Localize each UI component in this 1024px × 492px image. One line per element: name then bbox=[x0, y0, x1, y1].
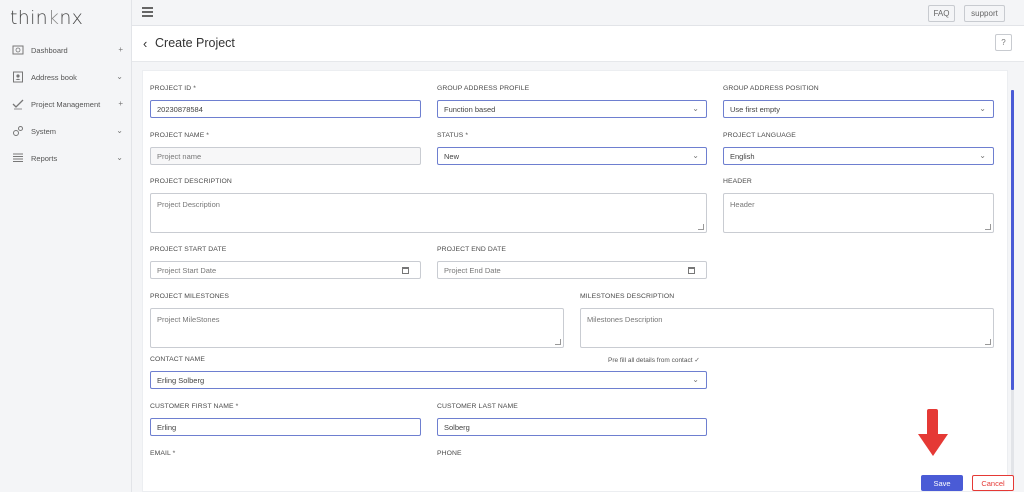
sidebar-item-project-management[interactable]: Project Management + bbox=[0, 93, 132, 115]
project-language-label: PROJECT LANGUAGE bbox=[723, 132, 796, 139]
customer-first-name-input[interactable]: Erling bbox=[150, 418, 421, 436]
resize-handle-icon[interactable] bbox=[555, 339, 561, 345]
dashboard-icon bbox=[12, 45, 24, 55]
sidebar-item-label: Reports bbox=[31, 154, 58, 163]
chevron-down-icon: ⌄ bbox=[116, 153, 123, 162]
expand-plus-icon: + bbox=[118, 45, 123, 54]
cancel-button[interactable]: Cancel bbox=[972, 475, 1014, 491]
red-arrow-annotation-icon bbox=[918, 409, 948, 456]
sidebar-item-label: Address book bbox=[31, 73, 77, 82]
sidebar-item-label: Project Management bbox=[31, 100, 101, 109]
customer-last-name-input[interactable]: Solberg bbox=[437, 418, 707, 436]
page-title: Create Project bbox=[155, 36, 235, 50]
project-end-date-label: PROJECT END DATE bbox=[437, 246, 506, 253]
customer-last-name-label: CUSTOMER LAST NAME bbox=[437, 403, 518, 410]
support-button[interactable]: support bbox=[964, 5, 1005, 22]
project-description-label: PROJECT DESCRIPTION bbox=[150, 178, 232, 185]
back-icon[interactable]: ‹ bbox=[143, 36, 147, 51]
project-milestones-textarea[interactable]: Project MileStones bbox=[150, 308, 564, 348]
milestones-description-label: MILESTONES DESCRIPTION bbox=[580, 293, 675, 300]
project-start-date-input[interactable]: Project Start Date bbox=[150, 261, 421, 279]
sidebar-item-system[interactable]: System ⌄ bbox=[0, 120, 132, 142]
project-id-label: PROJECT ID * bbox=[150, 85, 197, 92]
status-label: STATUS * bbox=[437, 132, 469, 139]
thinknx-logo[interactable]: thinknx bbox=[10, 7, 83, 29]
address-book-icon bbox=[13, 71, 23, 83]
header-label: HEADER bbox=[723, 178, 752, 185]
create-project-form: PROJECT ID * 20230878584 GROUP ADDRESS P… bbox=[142, 70, 1014, 492]
customer-first-name-label: CUSTOMER FIRST NAME * bbox=[150, 403, 239, 410]
system-icon bbox=[13, 126, 23, 136]
resize-handle-icon[interactable] bbox=[698, 224, 704, 230]
chevron-down-icon: ⌄ bbox=[979, 104, 986, 113]
project-management-icon bbox=[12, 99, 24, 110]
page-header: ‹ Create Project ? bbox=[132, 26, 1024, 62]
expand-plus-icon: + bbox=[118, 99, 123, 108]
project-name-input[interactable]: Project name bbox=[150, 147, 421, 165]
sidebar-item-address-book[interactable]: Address book ⌄ bbox=[0, 66, 132, 88]
help-button[interactable]: ? bbox=[995, 34, 1012, 51]
scrollbar-thumb[interactable] bbox=[1011, 90, 1014, 390]
sidebar-item-dashboard[interactable]: Dashboard + bbox=[0, 39, 132, 61]
faq-button[interactable]: FAQ bbox=[928, 5, 955, 22]
calendar-icon[interactable] bbox=[688, 267, 695, 274]
chevron-down-icon: ⌄ bbox=[116, 72, 123, 81]
sidebar: thinknx Dashboard + Address book ⌄ Proje… bbox=[0, 0, 132, 492]
group-address-position-select[interactable]: Use first empty ⌄ bbox=[723, 100, 994, 118]
sidebar-item-reports[interactable]: Reports ⌄ bbox=[0, 147, 132, 169]
phone-label: PHONE bbox=[437, 450, 462, 457]
email-label: EMAIL * bbox=[150, 450, 176, 457]
milestones-description-textarea[interactable]: Milestones Description bbox=[580, 308, 994, 348]
project-id-input[interactable]: 20230878584 bbox=[150, 100, 421, 118]
project-start-date-label: PROJECT START DATE bbox=[150, 246, 227, 253]
chevron-down-icon: ⌄ bbox=[116, 126, 123, 135]
menu-icon[interactable] bbox=[142, 7, 153, 17]
group-address-profile-select[interactable]: Function based ⌄ bbox=[437, 100, 707, 118]
group-address-profile-label: GROUP ADDRESS PROFILE bbox=[437, 85, 530, 92]
calendar-icon[interactable] bbox=[402, 267, 409, 274]
save-button[interactable]: Save bbox=[921, 475, 963, 491]
contact-name-select[interactable]: Erling Solberg ⌄ bbox=[150, 371, 707, 389]
sidebar-item-label: System bbox=[31, 127, 57, 136]
project-end-date-input[interactable]: Project End Date bbox=[437, 261, 707, 279]
header-textarea[interactable]: Header bbox=[723, 193, 994, 233]
project-milestones-label: PROJECT MILESTONES bbox=[150, 293, 229, 300]
group-address-position-label: GROUP ADDRESS POSITION bbox=[723, 85, 819, 92]
prefill-from-contact-link[interactable]: Pre fill all details from contact ✓ bbox=[608, 356, 700, 364]
resize-handle-icon[interactable] bbox=[985, 224, 991, 230]
chevron-down-icon: ⌄ bbox=[692, 104, 699, 113]
contact-name-label: CONTACT NAME bbox=[150, 356, 205, 363]
project-name-label: PROJECT NAME * bbox=[150, 132, 210, 139]
project-language-select[interactable]: English ⌄ bbox=[723, 147, 994, 165]
main-content: PROJECT ID * 20230878584 GROUP ADDRESS P… bbox=[132, 62, 1024, 492]
status-select[interactable]: New ⌄ bbox=[437, 147, 707, 165]
resize-handle-icon[interactable] bbox=[985, 339, 991, 345]
sidebar-item-label: Dashboard bbox=[31, 46, 68, 55]
chevron-down-icon: ⌄ bbox=[692, 375, 699, 384]
project-description-textarea[interactable]: Project Description bbox=[150, 193, 707, 233]
chevron-down-icon: ⌄ bbox=[692, 151, 699, 160]
chevron-down-icon: ⌄ bbox=[979, 151, 986, 160]
top-bar: FAQ support bbox=[132, 0, 1024, 26]
reports-icon bbox=[13, 153, 23, 162]
